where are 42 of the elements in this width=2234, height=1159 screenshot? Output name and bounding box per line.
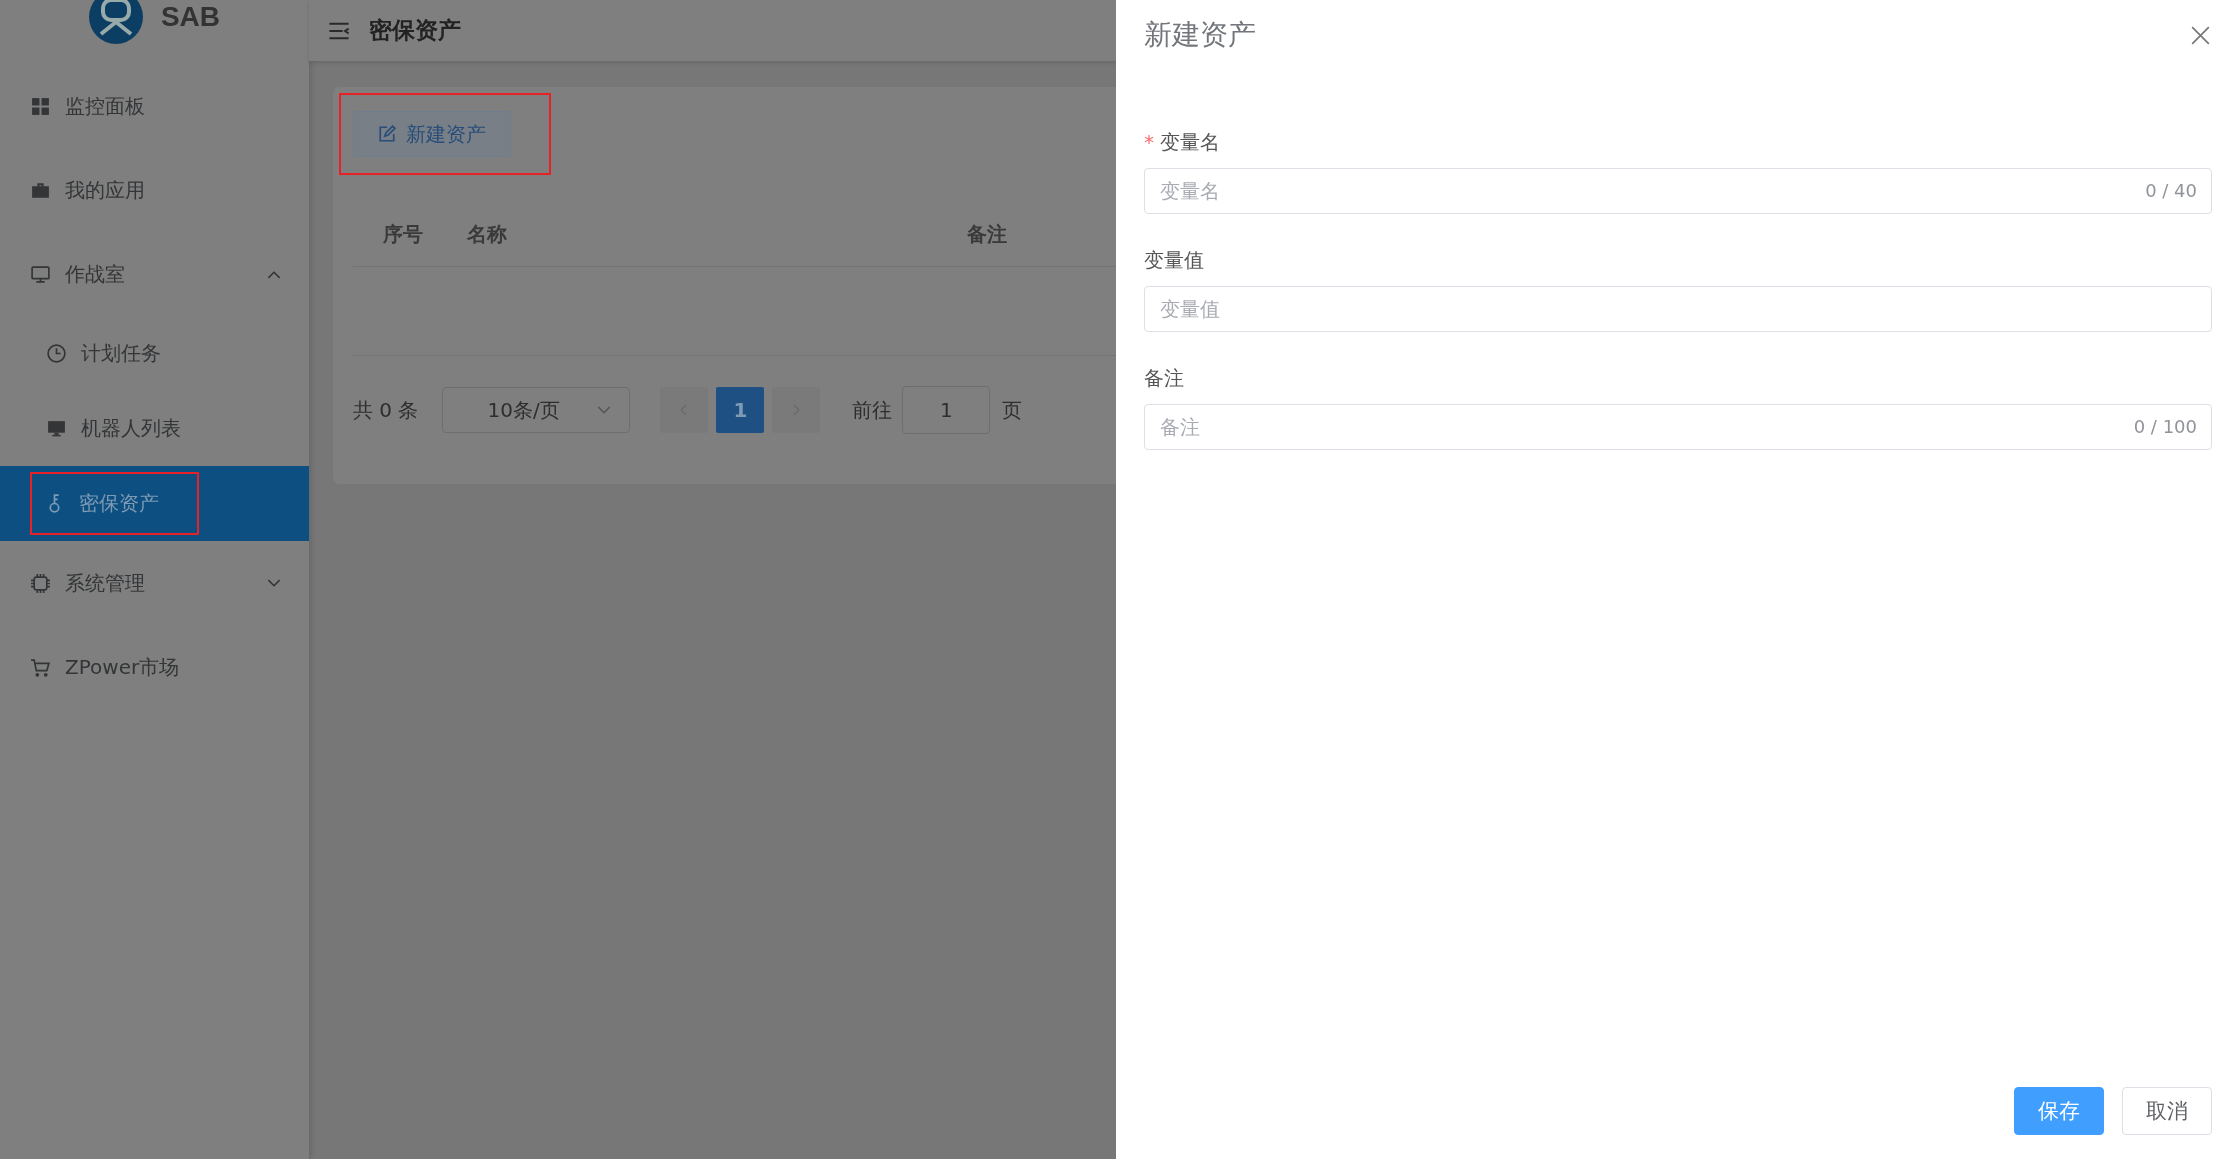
nav-item[interactable]: 密保资产 xyxy=(44,490,159,517)
grid-icon xyxy=(30,95,51,117)
dropdown-caret-icon xyxy=(597,405,612,415)
nav-item[interactable]: 系统管理 xyxy=(30,569,145,597)
drawer-title: 新建资产 xyxy=(1144,17,1256,53)
cancel-button[interactable]: 取消 xyxy=(2122,1087,2212,1135)
text-input-field[interactable]: 变量值 xyxy=(1144,286,2212,332)
goto-label: 前往 xyxy=(852,396,893,424)
close-icon[interactable] xyxy=(2191,25,2210,45)
cart-icon xyxy=(30,656,51,678)
nav-item[interactable]: ZPower市场 xyxy=(30,653,180,681)
total-count: 共 0 条 xyxy=(353,396,419,424)
nav-item[interactable]: 我的应用 xyxy=(30,176,145,204)
character-counter: 0 / 40 xyxy=(2145,180,2197,201)
goto-page-input[interactable]: 1 xyxy=(902,386,991,434)
logo-text: SAB xyxy=(160,1,221,33)
field-label: 变量值 xyxy=(1144,246,1204,274)
page-number-button[interactable]: 1 xyxy=(716,387,765,433)
field-label: 备注 xyxy=(1144,364,1184,392)
page-title: 密保资产 xyxy=(369,16,461,45)
page-suffix: 页 xyxy=(1002,396,1023,424)
field-label: 变量名 xyxy=(1160,128,1220,156)
column-header: 序号 xyxy=(382,221,424,248)
robot-logo-icon xyxy=(88,0,143,44)
save-button[interactable]: 保存 xyxy=(2014,1087,2104,1135)
nav-item[interactable]: 作战室 xyxy=(30,260,125,288)
monitor-icon xyxy=(30,263,51,285)
clock-icon xyxy=(46,343,67,364)
chevron-up-icon[interactable] xyxy=(267,269,281,279)
page-size-select[interactable]: 10条/页 xyxy=(442,387,631,433)
nav-item[interactable]: 监控面板 xyxy=(30,92,145,120)
new-asset-button[interactable]: 新建资产 xyxy=(353,111,511,157)
required-asterisk: * xyxy=(1144,130,1154,154)
chevron-down-icon[interactable] xyxy=(267,578,281,588)
character-counter: 0 / 100 xyxy=(2133,416,2197,437)
edit-icon xyxy=(378,125,396,143)
column-header: 备注 xyxy=(967,221,1007,248)
nav-item[interactable]: 机器人列表 xyxy=(46,415,181,442)
column-header: 名称 xyxy=(466,221,508,248)
nav-item[interactable]: 计划任务 xyxy=(46,340,161,367)
desktop-icon xyxy=(46,418,67,439)
chip-icon xyxy=(30,572,51,594)
